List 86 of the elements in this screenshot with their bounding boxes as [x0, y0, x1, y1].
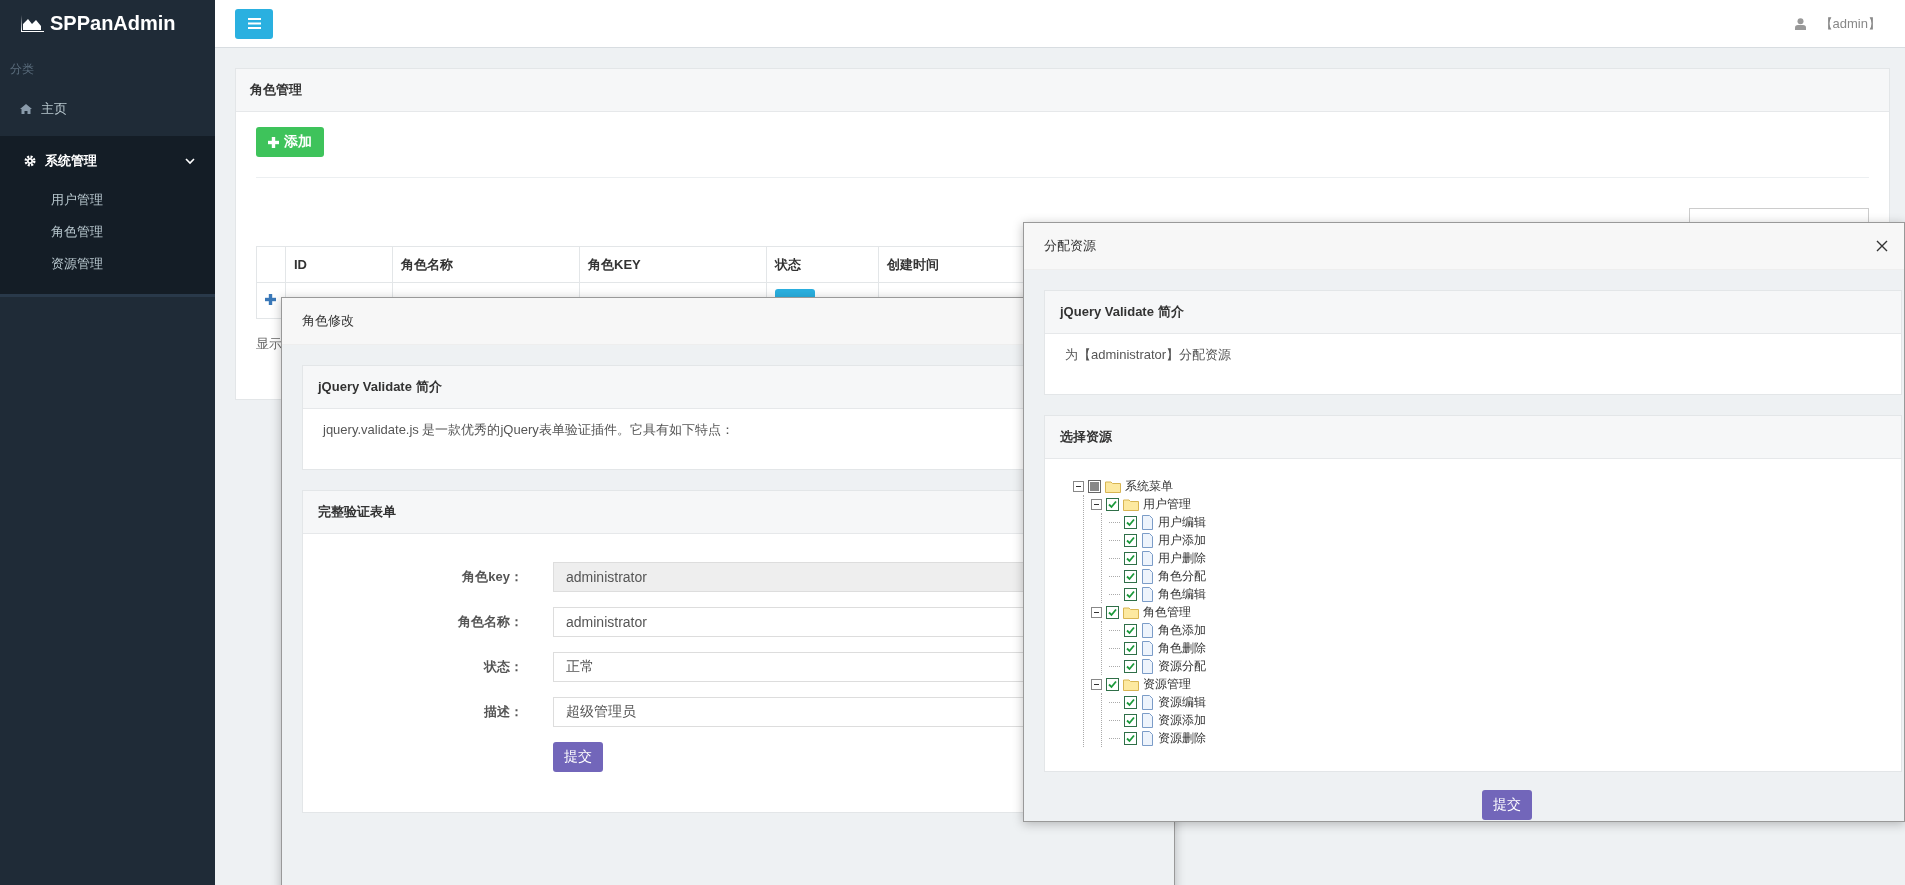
checkbox[interactable]	[1124, 641, 1137, 655]
column-header: 角色KEY	[588, 256, 641, 272]
expand-row-icon[interactable]	[265, 294, 276, 305]
column-header: 角色名称	[401, 256, 453, 272]
settings-icon	[24, 155, 36, 167]
nav-group[interactable]: 系统管理	[0, 136, 215, 184]
checkbox[interactable]	[1124, 551, 1137, 565]
file-icon	[1141, 730, 1154, 746]
tree-node-label[interactable]: 资源分配	[1158, 657, 1206, 675]
description-text: jquery.validate.js 是一款优秀的jQuery表单验证插件。它具有如下特点：	[323, 422, 734, 437]
file-icon	[1141, 532, 1154, 548]
tree-node-label[interactable]: 系统菜单	[1125, 477, 1173, 495]
folder-icon	[1123, 497, 1139, 511]
tree-node-label[interactable]: 资源添加	[1158, 711, 1206, 729]
file-icon	[1141, 712, 1154, 728]
tree-node-label[interactable]: 资源删除	[1158, 729, 1206, 747]
file-icon	[1141, 550, 1154, 566]
tree-node-label[interactable]: 资源管理	[1143, 675, 1191, 693]
home-icon	[20, 104, 32, 114]
tree-node-label[interactable]: 角色分配	[1158, 567, 1206, 585]
field-label: 角色名称：	[457, 613, 524, 631]
chevron-down-icon	[185, 157, 195, 165]
card-title: jQuery Validate 简介	[1060, 304, 1184, 319]
tree-node-label[interactable]: 用户添加	[1158, 531, 1206, 549]
checkbox[interactable]	[1106, 497, 1119, 511]
nav-subitem[interactable]: 角色管理	[0, 216, 215, 248]
collapse-icon[interactable]	[1091, 498, 1102, 510]
description-text: 为【administrator】分配资源	[1065, 347, 1232, 362]
folder-icon	[1123, 605, 1139, 619]
checkbox[interactable]	[1124, 623, 1137, 637]
column-header: 创建时间	[887, 256, 939, 272]
checkbox[interactable]	[1106, 677, 1119, 691]
field-label: 状态：	[482, 658, 524, 676]
checkbox[interactable]	[1124, 695, 1137, 709]
brand-name: SPPanAdmin	[50, 12, 176, 35]
file-icon	[1141, 622, 1154, 638]
nav-subitem[interactable]: 资源管理	[0, 248, 215, 280]
file-icon	[1141, 658, 1154, 674]
section-label: 分类	[9, 61, 35, 78]
collapse-icon[interactable]	[1073, 480, 1084, 492]
file-icon	[1141, 514, 1154, 530]
file-icon	[1141, 640, 1154, 656]
tree-node-label[interactable]: 用户编辑	[1158, 513, 1206, 531]
checkbox[interactable]	[1124, 713, 1137, 727]
nav-subitem[interactable]: 用户管理	[0, 184, 215, 216]
close-icon[interactable]	[1876, 240, 1888, 252]
menu-icon	[247, 18, 261, 29]
tree-node-label[interactable]: 用户管理	[1143, 495, 1191, 513]
file-icon	[1141, 568, 1154, 584]
tree-node-label[interactable]: 角色添加	[1158, 621, 1206, 639]
checkbox[interactable]	[1124, 533, 1137, 547]
checkbox[interactable]	[1124, 731, 1137, 745]
file-icon	[1141, 694, 1154, 710]
tree-node-label[interactable]: 角色删除	[1158, 639, 1206, 657]
submit-button[interactable]: 提交	[1482, 790, 1532, 820]
dialog-title: 分配资源	[1044, 237, 1096, 255]
nav-item[interactable]: 主页	[0, 88, 215, 130]
field-label: 描述：	[483, 703, 524, 721]
card-title: jQuery Validate 简介	[318, 379, 442, 394]
checkbox[interactable]	[1124, 569, 1137, 583]
column-header: 状态	[775, 256, 801, 272]
plus-icon	[268, 136, 279, 148]
checkbox[interactable]	[1124, 515, 1137, 529]
field-label: 角色key：	[461, 568, 524, 586]
checkbox[interactable]	[1124, 659, 1137, 673]
checkbox[interactable]	[1106, 605, 1119, 619]
submit-button[interactable]: 提交	[553, 742, 603, 772]
pagination-info: 显示	[256, 336, 282, 351]
folder-icon	[1123, 677, 1139, 691]
folder-icon	[1105, 479, 1121, 493]
user-name[interactable]: 【admin】	[1819, 14, 1881, 33]
tree-node-label[interactable]: 资源编辑	[1158, 693, 1206, 711]
tree-node-label[interactable]: 角色编辑	[1158, 585, 1206, 603]
column-header: ID	[294, 257, 307, 272]
dialog-title: 角色修改	[302, 312, 354, 330]
checkbox[interactable]	[1088, 479, 1101, 493]
checkbox[interactable]	[1124, 587, 1137, 601]
collapse-icon[interactable]	[1091, 678, 1102, 690]
collapse-icon[interactable]	[1091, 606, 1102, 618]
card-title: 完整验证表单	[318, 504, 396, 519]
file-icon	[1141, 586, 1154, 602]
card-title: 选择资源	[1060, 429, 1112, 444]
tree-node-label[interactable]: 角色管理	[1143, 603, 1191, 621]
panel-title: 角色管理	[236, 69, 1889, 112]
user-icon	[1794, 17, 1806, 30]
tree-node-label[interactable]: 用户删除	[1158, 549, 1206, 567]
